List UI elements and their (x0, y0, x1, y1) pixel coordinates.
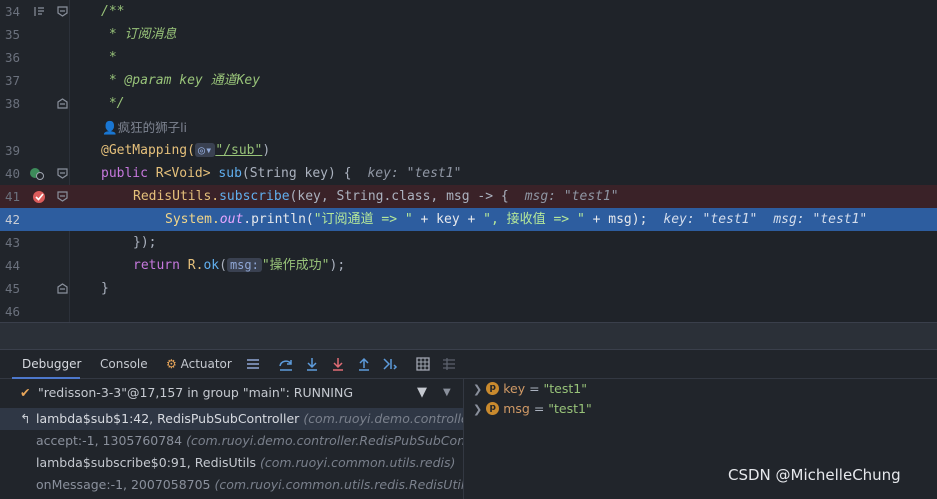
tab-console[interactable]: Console (100, 357, 148, 371)
thread-label: "redisson-3-3"@17,157 in group "main": R… (38, 385, 354, 400)
menu-icon[interactable] (245, 356, 261, 372)
fold-icon[interactable] (56, 5, 69, 18)
return-arrow-icon: ↰ (20, 411, 31, 426)
check-icon: ✔ (20, 385, 31, 400)
code-line-42-current: 42 System.out.println("订阅通道 => " + key +… (0, 208, 937, 231)
code-text: public R<Void> sub(String key) {key: "te… (101, 166, 462, 181)
code-text: }); (133, 235, 157, 250)
line-number: 34 (5, 4, 21, 19)
panel-splitter[interactable] (0, 322, 937, 350)
code-text: * @param key 通道Key (101, 73, 261, 88)
line-number: 43 (5, 235, 21, 250)
code-line-44: 44 return R.ok(msg: "操作成功"); (0, 254, 937, 277)
step-out-icon[interactable] (356, 356, 372, 372)
chevron-right-icon[interactable]: ❯ (473, 383, 482, 396)
force-step-into-icon[interactable] (330, 356, 346, 372)
tab-actuator[interactable]: ⚙ Actuator (166, 357, 232, 371)
fold-icon[interactable] (56, 97, 69, 110)
filter-icon[interactable]: ▼ (417, 379, 427, 406)
inline-value-hint: key: "test1" (367, 166, 462, 181)
parameter-icon: p (486, 402, 500, 415)
inline-value-hint: msg: "test1" (524, 189, 619, 204)
param-name-hint: msg: (226, 258, 262, 272)
stack-frame[interactable]: ↰ lambda$sub$1:42, RedisPubSubController… (0, 408, 463, 430)
code-line-34: 34 /** (0, 0, 937, 23)
code-line-35: 35 * 订阅消息 (0, 23, 937, 46)
trace-icon[interactable] (441, 356, 457, 372)
code-line-36: 36 * (0, 46, 937, 69)
code-text: @GetMapping(◎▾ "/sub") (101, 143, 271, 158)
line-number: 46 (5, 304, 21, 319)
variable-row[interactable]: ❯ p msg = "test1" (473, 399, 592, 419)
code-line-38: 38 */ (0, 92, 937, 115)
step-over-icon[interactable] (278, 356, 294, 372)
parameter-icon: p (486, 382, 500, 395)
fold-icon[interactable] (56, 282, 69, 295)
doc-render-icon[interactable] (33, 5, 46, 18)
endpoint-icon[interactable] (29, 166, 44, 181)
line-number: 36 (5, 50, 21, 65)
thread-selector[interactable]: ✔ "redisson-3-3"@17,157 in group "main":… (0, 379, 463, 406)
line-number: 42 (5, 212, 21, 227)
chevron-right-icon[interactable]: ❯ (473, 403, 482, 416)
line-number: 37 (5, 73, 21, 88)
code-text: /** (101, 4, 125, 19)
line-number: 38 (5, 96, 21, 111)
code-editor[interactable]: 34 /** 35 * 订阅消息 36 * 37 * @param key 通道… (0, 0, 937, 322)
code-text: } (101, 281, 109, 296)
debug-tabs: Debugger Console ⚙ Actuator (0, 350, 937, 379)
run-to-cursor-icon[interactable] (382, 356, 398, 372)
code-text: * (101, 50, 117, 65)
code-line-39: 39 @GetMapping(◎▾ "/sub") (0, 139, 937, 162)
code-text: return R.ok(msg: "操作成功"); (133, 258, 346, 273)
frames-panel: ✔ "redisson-3-3"@17,157 in group "main":… (0, 379, 464, 499)
breakpoint-icon[interactable] (32, 189, 47, 204)
author-hint[interactable]: 👤疯狂的狮子li (0, 116, 937, 138)
actuator-icon: ⚙ (166, 357, 177, 371)
line-number: 44 (5, 258, 21, 273)
inline-value-hint: msg: "test1" (773, 212, 868, 227)
watermark: CSDN @MichelleChung (728, 466, 901, 484)
tab-debugger[interactable]: Debugger (22, 357, 81, 371)
line-number: 45 (5, 281, 21, 296)
code-text: RedisUtils.subscribe(key, String.class, … (133, 189, 619, 204)
code-line-46: 46 (0, 300, 937, 323)
line-number: 40 (5, 166, 21, 181)
fold-icon[interactable] (56, 167, 69, 180)
code-line-40: 40 public R<Void> sub(String key) {key: … (0, 162, 937, 185)
stack-frame[interactable]: onMessage:-1, 2007058705 (com.ruoyi.comm… (0, 474, 463, 496)
person-icon: 👤 (102, 120, 118, 135)
code-text: * 订阅消息 (101, 27, 177, 42)
url-path[interactable]: "/sub" (215, 143, 262, 158)
chevron-down-icon[interactable]: ▼ (443, 379, 451, 406)
line-number: 41 (5, 189, 21, 204)
stack-frame[interactable]: accept:-1, 1305760784 (com.ruoyi.demo.co… (0, 430, 463, 452)
fold-icon[interactable] (56, 190, 69, 203)
evaluate-expression-icon[interactable] (415, 356, 431, 372)
code-line-37: 37 * @param key 通道Key (0, 69, 937, 92)
author-label: 👤疯狂的狮子li (102, 120, 188, 135)
variable-row[interactable]: ❯ p key = "test1" (473, 379, 587, 399)
code-line-45: 45 } (0, 277, 937, 300)
code-line-43: 43 }); (0, 231, 937, 254)
line-number: 35 (5, 27, 21, 42)
ide-window: 34 /** 35 * 订阅消息 36 * 37 * @param key 通道… (0, 0, 937, 499)
globe-url-icon[interactable]: ◎▾ (194, 143, 216, 157)
code-text: System.out.println("订阅通道 => " + key + ",… (165, 212, 868, 227)
step-into-icon[interactable] (304, 356, 320, 372)
line-number: 39 (5, 143, 21, 158)
code-text: */ (101, 96, 125, 111)
code-line-41: 41 RedisUtils.subscribe(key, String.clas… (0, 185, 937, 208)
stack-frame[interactable]: lambda$subscribe$0:91, RedisUtils (com.r… (0, 452, 463, 474)
inline-value-hint: key: "test1" (663, 212, 758, 227)
